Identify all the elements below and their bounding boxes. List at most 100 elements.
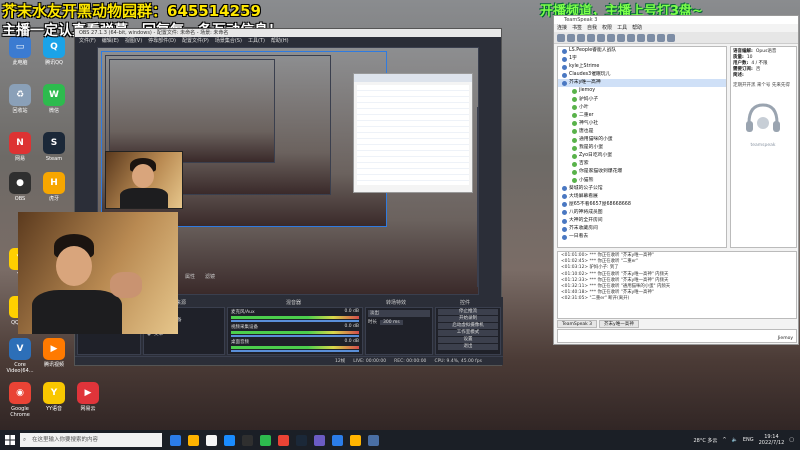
desktop-icon[interactable]: ● OBS bbox=[2, 172, 38, 202]
obs-menu-item[interactable]: 文件(F) bbox=[79, 37, 96, 46]
ts-menu-item[interactable]: 工具 bbox=[617, 24, 627, 32]
taskbar-app[interactable] bbox=[328, 430, 346, 450]
ts-tree-item[interactable]: 芥末收藏房间 bbox=[558, 225, 726, 233]
volume-slider[interactable] bbox=[231, 320, 359, 322]
taskbar-app[interactable] bbox=[292, 430, 310, 450]
controls-panel[interactable]: 控件 停止推流 开始录制 启动虚拟摄像机 工作室模式 设置 退出 bbox=[435, 300, 501, 355]
ts-toolbar-button[interactable] bbox=[667, 34, 675, 42]
taskbar-app[interactable] bbox=[274, 430, 292, 450]
ts-chat-tab[interactable]: TeamSpeak 3 bbox=[557, 320, 598, 328]
ts-tree-item[interactable]: 驴妈小子 bbox=[558, 96, 726, 104]
ts-menu-item[interactable]: 帮助 bbox=[632, 24, 642, 32]
taskbar-app[interactable] bbox=[256, 430, 274, 450]
ts-menu-item[interactable]: 自我 bbox=[587, 24, 597, 32]
obs-menu-item[interactable]: 帮助(H) bbox=[271, 37, 289, 46]
clock[interactable]: 19:14 2022/7/12 bbox=[759, 434, 785, 446]
ts-tree-item[interactable]: 葵城的公子公馆 bbox=[558, 185, 726, 193]
control-button[interactable]: 工作室模式 bbox=[438, 330, 498, 336]
taskbar-app[interactable] bbox=[166, 430, 184, 450]
taskbar-app[interactable] bbox=[364, 430, 382, 450]
ts-tree-item[interactable]: 你是家猫收到爆花爆 bbox=[558, 168, 726, 176]
ts-toolbar-button[interactable] bbox=[557, 34, 565, 42]
ts-toolbar-button[interactable] bbox=[647, 34, 655, 42]
obs-menu-item[interactable]: 工具(T) bbox=[248, 37, 265, 46]
obs-menu-item[interactable]: 停靠部件(D) bbox=[148, 37, 176, 46]
ts-chat-input[interactable]: Jiemoy bbox=[557, 329, 797, 343]
ts-tree-item[interactable]: LS.People睿能人战队 bbox=[558, 47, 726, 55]
desktop-icon[interactable]: ◉ Google Chrome bbox=[2, 382, 38, 418]
mixer-channel[interactable]: 视频采集设备 0.0 dB bbox=[231, 324, 359, 337]
taskbar-app[interactable] bbox=[310, 430, 328, 450]
ts-tree-item[interactable]: 神气小社 bbox=[558, 120, 726, 128]
ts-tree-item[interactable]: 一日看去 bbox=[558, 233, 726, 241]
ts-tree-item[interactable]: 芥末y唯一高神 bbox=[558, 79, 726, 88]
desktop-icon[interactable]: S Steam bbox=[36, 132, 72, 162]
transition-select[interactable]: 淡出 bbox=[368, 310, 430, 317]
desktop-icon[interactable]: W 微信 bbox=[36, 84, 72, 114]
volume-slider[interactable] bbox=[231, 350, 359, 352]
volume-slider[interactable] bbox=[231, 335, 359, 337]
ts-toolbar-button[interactable] bbox=[577, 34, 585, 42]
ts-menu-item[interactable]: 书签 bbox=[572, 24, 582, 32]
control-button[interactable]: 退出 bbox=[438, 344, 498, 350]
ts-toolbar-button[interactable] bbox=[597, 34, 605, 42]
desktop-icon[interactable]: Y YY语音 bbox=[36, 382, 72, 412]
mixer-panel[interactable]: 混音器 麦克风/Aux 0.0 dB 视频采集设备 0.0 dB 桌面音频 0.0 dB bbox=[227, 300, 363, 355]
desktop-icon[interactable]: N 网易 bbox=[2, 132, 38, 162]
desktop-icon[interactable]: ▭ 此电脑 bbox=[2, 36, 38, 66]
ts-tree-item[interactable]: kyle上Strime bbox=[558, 63, 726, 71]
taskbar-app[interactable] bbox=[202, 430, 220, 450]
ts-tree-item[interactable]: 大神的全开房间 bbox=[558, 217, 726, 225]
taskbar-app[interactable] bbox=[238, 430, 256, 450]
ts-toolbar-button[interactable] bbox=[637, 34, 645, 42]
control-button[interactable]: 设置 bbox=[438, 337, 498, 343]
ts-tree-item[interactable]: 1字 bbox=[558, 55, 726, 63]
obs-menu-item[interactable]: 编辑(E) bbox=[102, 37, 119, 46]
ts-chat-tab[interactable]: 芥末y唯一高神 bbox=[599, 320, 639, 328]
desktop-icon[interactable]: V Core Video(64... bbox=[2, 338, 38, 374]
obs-menu-item[interactable]: 视图(V) bbox=[125, 37, 142, 46]
ts-tree-item[interactable]: 二重er bbox=[558, 112, 726, 120]
teamspeak-window[interactable]: TeamSpeak 3 连接 书签 自我 权限 工具 帮助 LS.People睿能人战队 1… bbox=[553, 15, 799, 345]
properties-button[interactable]: 属性 bbox=[185, 273, 195, 280]
ts-toolbar-button[interactable] bbox=[657, 34, 665, 42]
desktop-icon[interactable]: ▶ 腾讯视频 bbox=[36, 338, 72, 368]
weather-status[interactable]: 28°C 多云 bbox=[693, 437, 717, 444]
duration-input[interactable]: 300 ms bbox=[380, 319, 403, 325]
ts-tree-item[interactable]: 大场屏幕看展 bbox=[558, 193, 726, 201]
desktop-icon[interactable]: H 虎牙 bbox=[36, 172, 72, 202]
transitions-panel[interactable]: 转场特效 淡出 时长 300 ms bbox=[365, 300, 433, 355]
ts-tree-item[interactable]: jiemoy bbox=[558, 87, 726, 95]
ts-tree-item[interactable]: Claudes3催眠玩儿 bbox=[558, 71, 726, 79]
obs-menu-item[interactable]: 场景集合(S) bbox=[215, 37, 242, 46]
taskbar-app[interactable] bbox=[346, 430, 364, 450]
ts-menu-item[interactable]: 连接 bbox=[557, 24, 567, 32]
language-indicator[interactable]: ENG bbox=[743, 437, 754, 443]
ts-tree-item[interactable]: 小叶 bbox=[558, 104, 726, 112]
taskbar-app[interactable] bbox=[184, 430, 202, 450]
ts-toolbar-button[interactable] bbox=[587, 34, 595, 42]
ts-toolbar-button[interactable] bbox=[617, 34, 625, 42]
volume-icon[interactable]: 🔈 bbox=[732, 437, 738, 443]
start-button[interactable] bbox=[0, 430, 20, 450]
ts-channel-tree[interactable]: LS.People睿能人战队 1字 kyle上Strime Claudes3催眠玩儿芥… bbox=[557, 46, 727, 248]
ts-tree-item[interactable]: 唐也是 bbox=[558, 128, 726, 136]
ts-tree-item[interactable]: 通用猫咪的小蛋 bbox=[558, 136, 726, 144]
ts-tree-item[interactable]: 吉索 bbox=[558, 160, 726, 168]
taskbar-search[interactable]: ⌕ 在这里输入你要搜索的内容 bbox=[20, 433, 162, 447]
ts-tree-item[interactable]: 八的神将成员图 bbox=[558, 209, 726, 217]
ts-tree-item[interactable]: 屋65不看6657屋68668668 bbox=[558, 201, 726, 209]
ts-toolbar-button[interactable] bbox=[567, 34, 575, 42]
control-button[interactable]: 开始录制 bbox=[438, 316, 498, 322]
desktop-icon[interactable]: ▶ 网易云 bbox=[70, 382, 106, 412]
ts-tree-item[interactable]: 小猫熊 bbox=[558, 177, 726, 185]
control-button[interactable]: 启动虚拟摄像机 bbox=[438, 323, 498, 329]
notification-icon[interactable]: ▢ bbox=[789, 437, 794, 443]
ts-toolbar-button[interactable] bbox=[607, 34, 615, 42]
ts-tree-item[interactable]: Zyo日吃鸡小蛋 bbox=[558, 152, 726, 160]
desktop-icon[interactable]: Q 腾讯QQ bbox=[36, 36, 72, 66]
mixer-channel[interactable]: 桌面音频 0.0 dB bbox=[231, 339, 359, 352]
control-button[interactable]: 停止推流 bbox=[438, 309, 498, 315]
ts-toolbar-button[interactable] bbox=[627, 34, 635, 42]
chevron-up-icon[interactable]: ^ bbox=[722, 437, 726, 443]
